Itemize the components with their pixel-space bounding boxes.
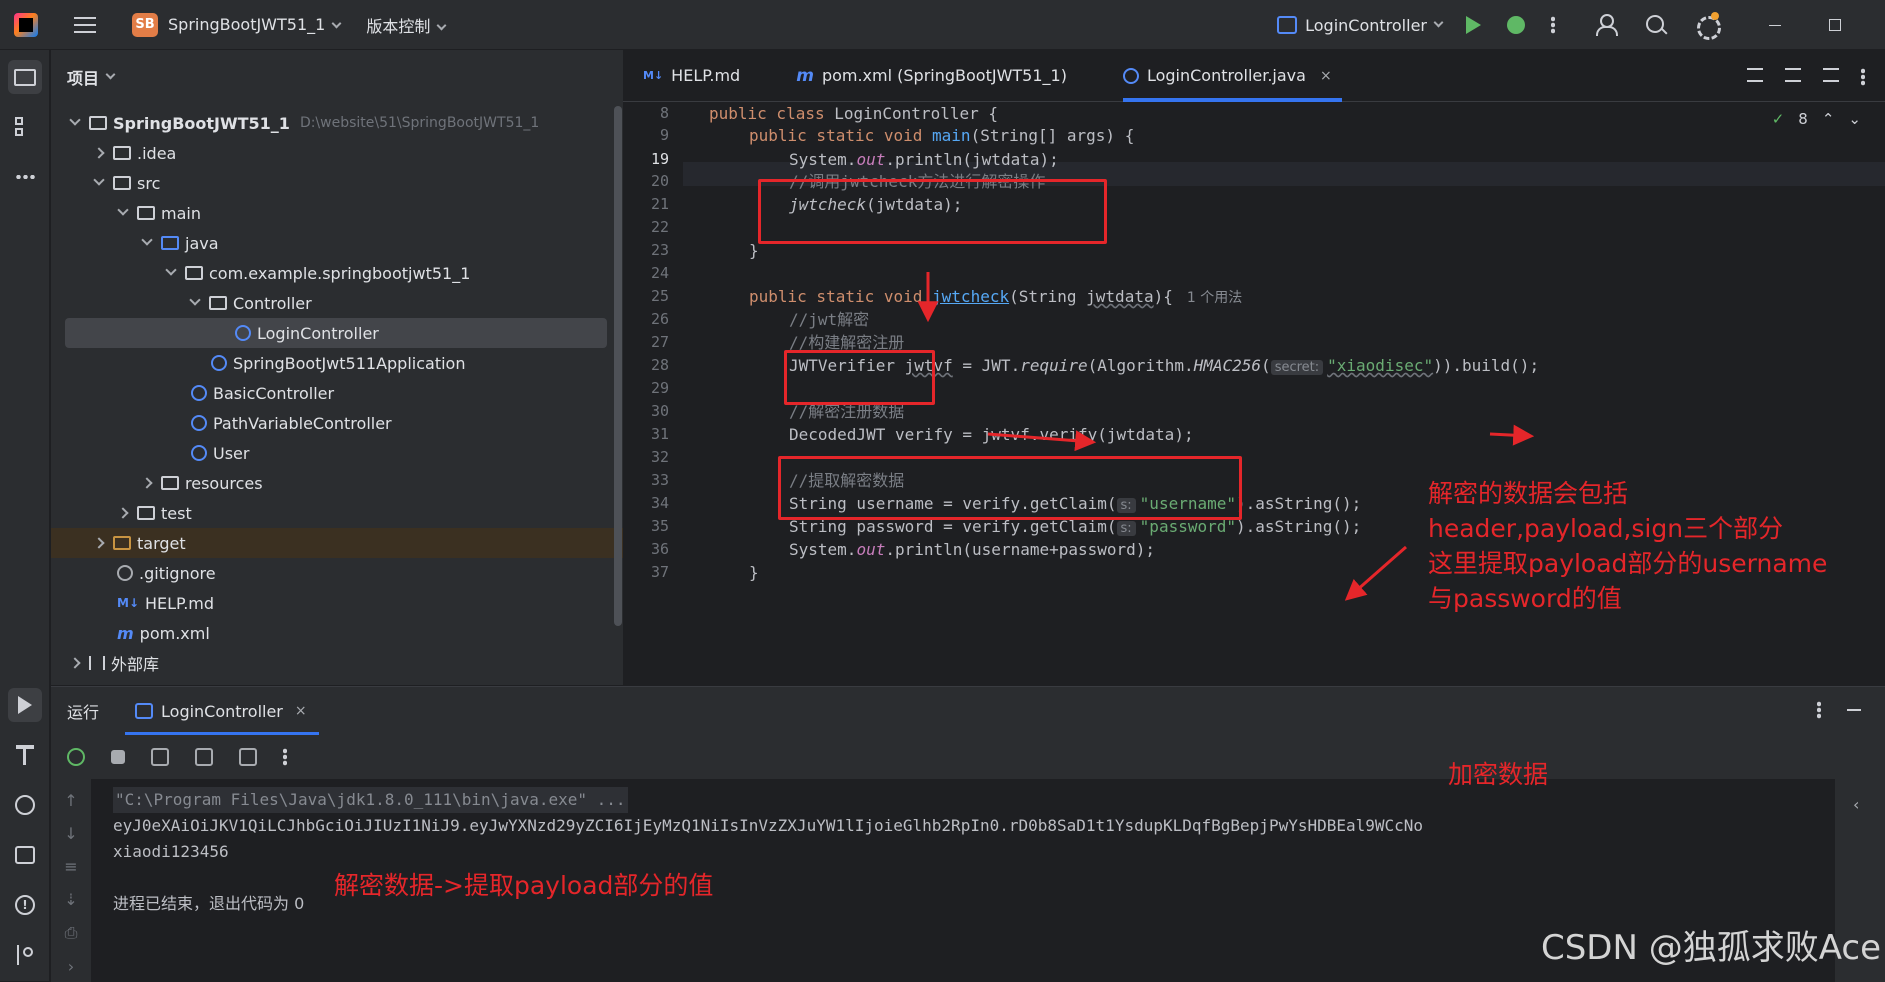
watermark: CSDN @独孤求败Ace xyxy=(1541,920,1881,969)
minimize-panel-icon[interactable] xyxy=(1847,709,1861,711)
arrow-up-icon[interactable]: ↑ xyxy=(64,791,77,810)
export-icon[interactable] xyxy=(195,748,213,766)
console-token: eyJ0eXAiOiJKV1QiLCJhbGciOiJIUzI1NiJ9.eyJ… xyxy=(113,813,1423,839)
rerun-icon[interactable] xyxy=(67,748,85,766)
more-actions-icon[interactable] xyxy=(1817,701,1821,719)
arrow-to-build xyxy=(988,434,1092,442)
annotation-line: header,payload,sign三个部分 xyxy=(1428,511,1827,546)
annotation-encrypted: 加密数据 xyxy=(1448,757,1548,792)
console-exit-message: 进程已结束，退出代码为 0 xyxy=(113,891,304,917)
console-side-toolbar: ↑ ↓ ≡ ⇣ ⎙ › xyxy=(51,779,91,982)
chevron-left-icon[interactable]: ‹ xyxy=(1853,795,1859,814)
annotation-right-note: 解密的数据会包括 header,payload,sign三个部分 这里提取pay… xyxy=(1428,476,1827,616)
camera-icon[interactable] xyxy=(151,748,169,766)
console-decrypted-output: xiaodi123456 xyxy=(113,839,229,865)
run-panel-title: 运行 xyxy=(67,699,99,723)
print-icon[interactable]: ⎙ xyxy=(65,923,78,943)
annotation-line: 这里提取payload部分的username xyxy=(1428,546,1827,581)
run-tab-logincontroller[interactable]: LoginController × xyxy=(135,687,307,735)
run-toolbar xyxy=(51,735,1885,779)
more-actions-icon[interactable] xyxy=(283,748,287,766)
soft-wrap-icon[interactable]: ≡ xyxy=(64,857,77,876)
config-icon xyxy=(135,703,153,719)
close-tab-icon[interactable]: × xyxy=(295,703,307,719)
chevron-right-icon[interactable]: › xyxy=(68,957,74,976)
annotation-decrypted: 解密数据->提取payload部分的值 xyxy=(334,868,713,903)
annotation-line: 解密的数据会包括 xyxy=(1428,476,1827,511)
annotation-line: 与password的值 xyxy=(1428,581,1827,616)
console-command: "C:\Program Files\Java\jdk1.8.0_111\bin\… xyxy=(113,787,628,813)
scroll-to-end-icon[interactable]: ⇣ xyxy=(64,890,77,909)
arrow-to-getclaim xyxy=(1348,547,1406,598)
arrow-build-right xyxy=(1490,434,1530,436)
profiler-icon[interactable] xyxy=(239,748,257,766)
run-panel-header: 运行 LoginController × xyxy=(51,687,1885,735)
run-tab-label: LoginController xyxy=(161,702,283,721)
run-panel-actions xyxy=(1817,701,1861,719)
stop-icon[interactable] xyxy=(111,750,125,764)
arrow-down-icon[interactable]: ↓ xyxy=(64,824,77,843)
